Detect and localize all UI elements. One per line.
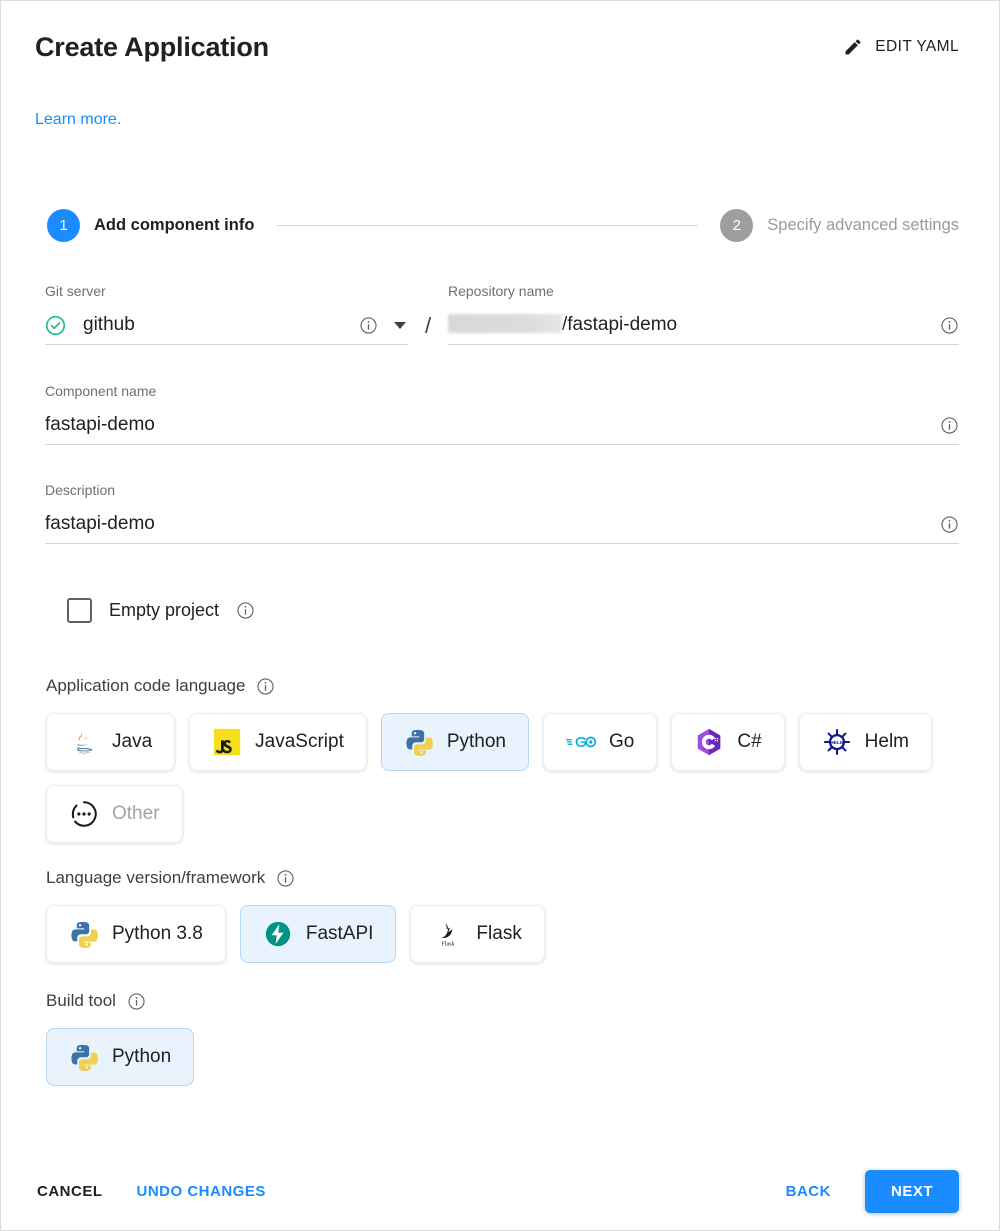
check-circle-icon [45,315,66,335]
stepper-step-1[interactable]: 1 Add component info [47,209,254,242]
git-server-value[interactable]: github [83,314,359,336]
language-option-label: JavaScript [255,731,344,752]
framework-option-python38[interactable]: Python 3.8 [46,905,226,963]
pencil-icon [845,39,861,55]
component-name-field: Component name fastapi-demo [45,383,959,445]
repository-name-field: Repository name /fastapi-demo [448,283,959,345]
info-icon[interactable] [940,416,959,435]
back-button[interactable]: BACK [774,1175,843,1208]
edit-yaml-label: EDIT YAML [875,38,959,55]
git-server-field: Git server github [45,283,408,345]
git-server-label: Git server [45,283,106,299]
svg-text:Flask: Flask [442,941,455,947]
footer-right-actions: BACK NEXT [774,1169,959,1213]
python-icon [406,729,433,757]
repository-name-label: Repository name [448,283,554,299]
framework-option-label: Python 3.8 [112,923,203,944]
step-2-label: Specify advanced settings [767,216,959,234]
repository-name-value[interactable]: /fastapi-demo [448,314,940,336]
language-option-javascript[interactable]: JavaScript [189,713,367,771]
stepper-connector [276,225,699,226]
empty-project-label: Empty project [109,600,220,620]
dialog-footer: CANCEL UNDO CHANGES BACK NEXT [1,1152,999,1230]
python-icon [71,1044,98,1072]
info-icon[interactable] [127,992,146,1011]
language-option-label: Helm [864,731,909,752]
component-name-label: Component name [45,383,157,399]
empty-project-row: Empty project [67,598,255,623]
java-icon [76,732,93,754]
csharp-icon [698,728,721,756]
info-icon[interactable] [236,601,255,620]
language-option-label: Other [112,803,160,824]
dialog-header: Create Application EDIT YAML [1,1,999,93]
step-2-number: 2 [720,209,754,242]
stepper-step-2[interactable]: 2 Specify advanced settings [720,209,959,242]
framework-option-flask[interactable]: Flask Flask [410,905,545,963]
description-label: Description [45,482,116,498]
undo-changes-button[interactable]: UNDO CHANGES [125,1175,278,1208]
empty-project-checkbox[interactable] [67,598,92,623]
language-option-label: Go [609,731,635,752]
redacted-org-name [448,314,562,333]
component-name-input[interactable]: fastapi-demo [45,414,940,436]
language-option-java[interactable]: Java [46,713,176,771]
info-icon[interactable] [276,869,295,888]
chevron-down-icon[interactable] [394,321,406,329]
page-title: Create Application [35,31,269,62]
application-code-language-label: Application code language [46,676,246,695]
language-option-csharp[interactable]: C# [671,713,785,771]
step-1-label: Add component info [94,216,255,234]
helm-icon: HELM [823,728,850,756]
svg-text:HELM: HELM [830,740,844,746]
edit-yaml-button[interactable]: EDIT YAML [843,37,959,57]
go-icon [566,736,596,748]
build-tool-option-label: Python [112,1046,172,1067]
step-1-number: 1 [47,209,80,242]
info-icon[interactable] [940,316,959,335]
framework-option-fastapi[interactable]: FastAPI [239,905,397,963]
create-application-dialog: Create Application EDIT YAML Learn more.… [0,0,1000,1231]
application-code-language-options: Java JavaScript Python Go C# HELM Helm O… [46,713,956,843]
python-icon [71,921,98,949]
language-option-python[interactable]: Python [380,713,529,771]
language-version-options: Python 3.8 FastAPI Flask Flask [46,905,959,963]
stepper: 1 Add component info 2 Specify advanced … [47,209,959,242]
language-version-label-row: Language version/framework [46,868,295,888]
info-icon[interactable] [256,677,275,696]
language-option-label: C# [737,731,762,752]
language-option-label: Python [446,731,506,752]
git-repo-row: Git server github / Repository name /fas… [45,283,959,345]
description-field: Description fastapi-demo [45,482,959,544]
language-option-other[interactable]: Other [46,785,183,843]
build-tool-option-python[interactable]: Python [46,1028,195,1086]
learn-more-link[interactable]: Learn more. [35,111,121,129]
language-version-label: Language version/framework [46,868,266,887]
info-icon[interactable] [359,316,378,335]
framework-option-label: FastAPI [305,923,374,944]
build-tool-options: Python [46,1028,959,1086]
language-option-go[interactable]: Go [543,713,658,771]
build-tool-label-row: Build tool [46,991,146,1011]
language-option-label: Java [112,731,153,752]
path-separator: / [424,313,432,338]
other-icon [71,801,97,827]
framework-option-label: Flask [476,923,522,944]
next-button[interactable]: NEXT [864,1169,959,1213]
info-icon[interactable] [940,515,959,534]
fastapi-icon [265,921,291,947]
application-code-language-label-row: Application code language [46,676,275,696]
build-tool-label: Build tool [46,991,116,1010]
repository-name-text: /fastapi-demo [562,314,678,335]
javascript-icon [214,728,241,756]
language-option-helm[interactable]: HELM Helm [798,713,932,771]
footer-left-actions: CANCEL UNDO CHANGES [25,1175,278,1208]
flask-icon: Flask [442,923,455,947]
cancel-button[interactable]: CANCEL [25,1175,115,1208]
description-input[interactable]: fastapi-demo [45,513,940,535]
